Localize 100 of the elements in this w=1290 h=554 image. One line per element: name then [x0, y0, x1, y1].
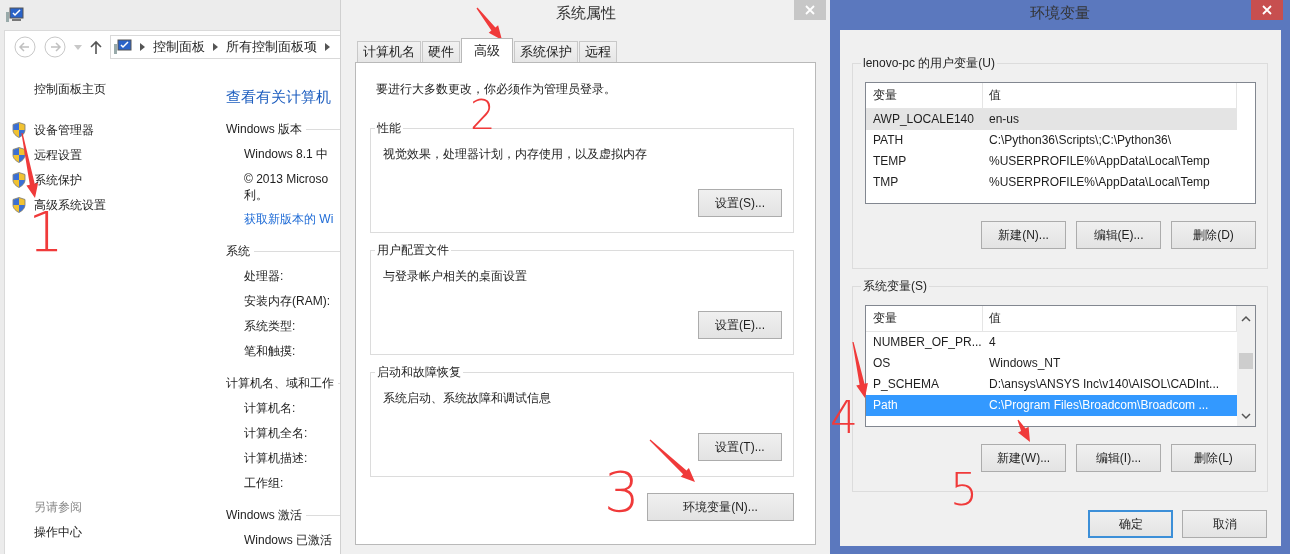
- list-row[interactable]: PATH C:\Python36\Scripts\;C:\Python36\: [866, 130, 1237, 151]
- variable-value: C:\Program Files\Broadcom\Broadcom ...: [988, 397, 1210, 414]
- computer-icon: [6, 7, 24, 23]
- scrollbar[interactable]: [1237, 306, 1255, 426]
- variable-list[interactable]: 变量 值 AWP_LOCALE140 en-us PATH C:\Python36\Scripts\;C:\Python36\ TEMP %USERPROFILE%\AppData\Local\Temp TMP %USERPROFILE%\AppData\Local\Temp: [865, 82, 1256, 204]
- variable-name: TEMP: [872, 153, 908, 170]
- list-action-button[interactable]: 新建(N)...: [981, 221, 1066, 249]
- group-description: 视觉效果，处理器计划，内存使用，以及虚拟内存: [383, 146, 647, 162]
- info-label: 计算机全名:: [244, 425, 308, 442]
- variable-name: PATH: [872, 132, 905, 149]
- group-title: 系统变量(S): [862, 278, 928, 294]
- list-action-button[interactable]: 删除(L): [1171, 444, 1256, 472]
- variable-value: Windows_NT: [988, 355, 1062, 372]
- annotation-arrow: [852, 341, 868, 398]
- section-title: Windows 版本: [226, 121, 302, 137]
- settings-button[interactable]: 设置(S)...: [698, 189, 782, 217]
- list-action-button[interactable]: 删除(D): [1171, 221, 1256, 249]
- section-title: 系统: [226, 243, 250, 259]
- variable-value: D:\ansys\ANSYS Inc\v140\AISOL\CADInt...: [988, 376, 1221, 393]
- info-label: 计算机描述:: [244, 450, 308, 467]
- nav-link[interactable]: 系统保护: [34, 171, 82, 188]
- scroll-down-icon[interactable]: [1241, 413, 1251, 420]
- breadcrumb[interactable]: 控制面板: [153, 38, 205, 56]
- environment-variables-button[interactable]: 环境变量(N)...: [647, 493, 794, 521]
- forward-button[interactable]: [44, 36, 66, 58]
- variable-name: AWP_LOCALE140: [872, 111, 975, 128]
- group-title: 启动和故障恢复: [376, 364, 462, 380]
- scroll-up-icon[interactable]: [1241, 315, 1251, 322]
- computer-icon: [114, 39, 132, 55]
- list-action-button[interactable]: 编辑(I)...: [1076, 444, 1161, 472]
- list-row[interactable]: TEMP %USERPROFILE%\AppData\Local\Temp: [866, 151, 1237, 172]
- annotation-arrow: [476, 7, 502, 40]
- info-label: 工作组:: [244, 475, 284, 492]
- column-header[interactable]: 变量: [866, 306, 983, 331]
- nav-link[interactable]: 设备管理器: [34, 121, 94, 138]
- close-button[interactable]: [1251, 0, 1283, 20]
- breadcrumb[interactable]: 所有控制面板项: [226, 38, 317, 56]
- info-label: 笔和触摸:: [244, 343, 296, 360]
- nav-link[interactable]: 控制面板主页: [34, 81, 106, 97]
- info-label: Windows 已激活: [244, 532, 332, 549]
- variable-value: C:\Python36\Scripts\;C:\Python36\: [988, 132, 1173, 149]
- column-header[interactable]: 变量: [866, 83, 983, 108]
- variable-value: en-us: [988, 111, 1021, 128]
- window-title: 系统属性: [555, 3, 616, 23]
- tab[interactable]: 远程: [579, 41, 617, 62]
- up-arrow-icon[interactable]: [90, 40, 102, 54]
- info-label: 处理器:: [244, 268, 284, 285]
- section-title: 计算机名、域和工作: [226, 375, 334, 391]
- notice-text: 要进行大多数更改，你必须作为管理员登录。: [376, 81, 616, 97]
- annotation-number: 1: [28, 210, 64, 255]
- settings-button[interactable]: 设置(T)...: [698, 433, 782, 461]
- info-label: 系统类型:: [244, 318, 296, 335]
- close-icon: [805, 5, 815, 15]
- group-title: 性能: [376, 120, 402, 136]
- group-title: 用户配置文件: [376, 242, 450, 258]
- annotation-arrow: [649, 439, 695, 482]
- cancel-button[interactable]: 取消: [1182, 510, 1267, 538]
- variable-name: Path: [872, 397, 899, 414]
- group-description: 系统启动、系统故障和调试信息: [383, 390, 551, 406]
- window-title: 环境变量: [1030, 3, 1090, 23]
- shield-icon: [12, 171, 26, 188]
- info-label: Windows 8.1 中: [244, 146, 329, 163]
- upgrade-link[interactable]: 获取新版本的 Wi: [244, 207, 334, 232]
- shield-icon: [12, 146, 26, 163]
- list-row[interactable]: OS Windows_NT: [866, 353, 1237, 374]
- variable-name: OS: [872, 355, 892, 372]
- column-header[interactable]: 值: [983, 83, 1237, 108]
- variable-name: P_SCHEMA: [872, 376, 941, 393]
- tab[interactable]: 硬件: [422, 41, 460, 62]
- tab[interactable]: 计算机名: [357, 41, 421, 62]
- list-row[interactable]: P_SCHEMA D:\ansys\ANSYS Inc\v140\AISOL\CADInt...: [866, 374, 1237, 395]
- settings-button[interactable]: 设置(E)...: [698, 311, 782, 339]
- list-row[interactable]: AWP_LOCALE140 en-us: [866, 109, 1237, 130]
- annotation-number: 3: [604, 470, 640, 515]
- section-title: Windows 激活: [226, 507, 302, 523]
- variable-name: NUMBER_OF_PR...: [872, 334, 983, 351]
- chevron-icon: [140, 43, 145, 51]
- address-bar[interactable]: 控制面板 所有控制面板项: [110, 35, 340, 59]
- list-action-button[interactable]: 新建(W)...: [981, 444, 1066, 472]
- annotation-arrow: [1017, 419, 1030, 442]
- shield-icon: [12, 121, 26, 138]
- page-heading: 查看有关计算机: [226, 88, 331, 107]
- section-label: 另请参阅: [34, 499, 82, 516]
- list-action-button[interactable]: 编辑(E)...: [1076, 221, 1161, 249]
- list-row[interactable]: NUMBER_OF_PR... 4: [866, 332, 1237, 353]
- list-row[interactable]: TMP %USERPROFILE%\AppData\Local\Temp: [866, 172, 1237, 193]
- nav-link[interactable]: 操作中心: [34, 520, 82, 545]
- nav-link[interactable]: 远程设置: [34, 146, 82, 163]
- variable-value: %USERPROFILE%\AppData\Local\Temp: [988, 174, 1211, 191]
- scroll-thumb[interactable]: [1239, 353, 1253, 369]
- annotation-number: 5: [950, 472, 978, 508]
- back-button[interactable]: [14, 36, 36, 58]
- tab[interactable]: 高级: [461, 38, 513, 63]
- tab[interactable]: 系统保护: [514, 41, 578, 62]
- group-title: lenovo-pc 的用户变量(U): [862, 55, 997, 71]
- info-label: 计算机名:: [244, 400, 296, 417]
- variable-list[interactable]: 变量 值 NUMBER_OF_PR... 4 OS Windows_NT P_SCHEMA D:\ansys\ANSYS Inc\v140\AISOL\CADInt... Path C:\Program Files\Broadcom\Broadcom ...: [865, 305, 1256, 427]
- group-description: 与登录帐户相关的桌面设置: [383, 268, 527, 284]
- ok-button[interactable]: 确定: [1088, 510, 1173, 538]
- caret-icon[interactable]: [74, 44, 82, 50]
